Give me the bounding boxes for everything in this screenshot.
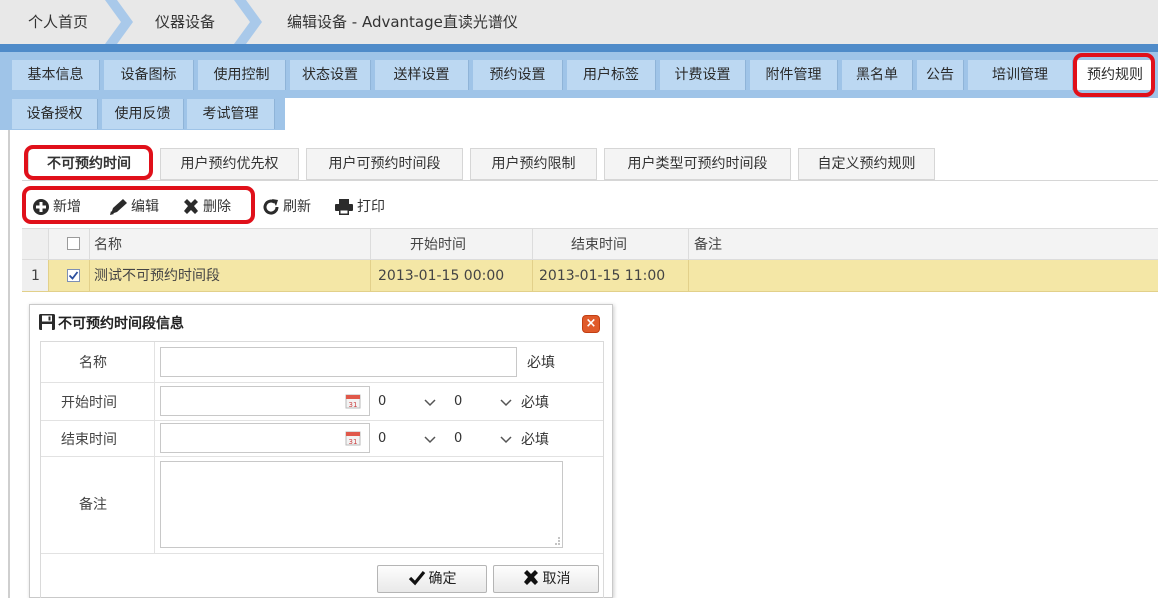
tab-11[interactable]: 公告 (917, 60, 964, 90)
refresh-icon (263, 199, 279, 215)
chevron-down-icon (424, 436, 436, 444)
note-textarea[interactable] (160, 461, 563, 548)
header-stripe (0, 44, 1158, 52)
breadcrumb-current: 编辑设备 - Advantage直读光谱仪 (287, 13, 518, 31)
grid-header: 名称 开始时间 结束时间 备注 (22, 228, 1158, 260)
start-date-input[interactable] (160, 386, 370, 416)
name-input[interactable] (160, 347, 517, 377)
required-hint: 必填 (521, 395, 549, 411)
column-header-name[interactable]: 名称 (94, 229, 122, 261)
end-hour-value: 0 (378, 431, 387, 446)
tab-5[interactable]: 送样设置 (375, 60, 469, 90)
calendar-icon[interactable]: 31 (345, 430, 361, 446)
row-end: 2013-01-15 11:00 (539, 268, 666, 284)
tab-row2-2[interactable]: 使用反馈 (102, 99, 184, 129)
refresh-label: 刷新 (283, 199, 311, 215)
tab-12[interactable]: 培训管理 (968, 60, 1073, 90)
required-hint: 必填 (527, 355, 555, 371)
tab-4[interactable]: 状态设置 (290, 60, 371, 90)
sub-tab-5[interactable]: 用户类型可预约时间段 (604, 148, 791, 180)
tab-10[interactable]: 黑名单 (842, 60, 913, 90)
sub-tab-4[interactable]: 用户预约限制 (470, 148, 597, 180)
tab-9[interactable]: 附件管理 (750, 60, 838, 90)
table-row[interactable]: 1 测试不可预约时间段 2013-01-15 00:00 2013-01-15 … (22, 260, 1158, 292)
required-hint: 必填 (521, 432, 549, 448)
column-header-start[interactable]: 开始时间 (410, 229, 466, 261)
tab-7[interactable]: 用户标签 (567, 60, 656, 90)
name-label: 名称 (79, 355, 107, 371)
highlight-box (22, 186, 255, 224)
sub-tab-6[interactable]: 自定义预约规则 (798, 148, 935, 180)
print-button[interactable]: 打印 (334, 196, 385, 218)
highlight-box (24, 145, 153, 180)
end-hour-select[interactable]: 0 (374, 427, 440, 453)
start-hour-value: 0 (378, 394, 387, 409)
calendar-icon[interactable]: 31 (345, 393, 361, 409)
form-table: 名称 必填 开始时间 31 0 0 必填 结束时间 31 0 0 必填 备注 确… (40, 341, 604, 598)
svg-text:31: 31 (349, 401, 358, 409)
close-button[interactable]: × (582, 315, 600, 333)
start-hour-select[interactable]: 0 (374, 390, 440, 416)
sub-tab-3[interactable]: 用户可预约时间段 (306, 148, 463, 180)
select-all-checkbox[interactable] (67, 237, 80, 250)
breadcrumb-section[interactable]: 仪器设备 (155, 0, 215, 44)
resize-handle-icon[interactable] (551, 536, 561, 546)
sub-tab-2[interactable]: 用户预约优先权 (160, 148, 299, 180)
column-header-end[interactable]: 结束时间 (571, 229, 627, 261)
dialog-window: 不可预约时间段信息 × 名称 必填 开始时间 31 0 0 必填 结束时间 31… (29, 304, 613, 598)
start-time-label: 开始时间 (61, 395, 117, 411)
column-header-note[interactable]: 备注 (694, 229, 722, 261)
chevron-right-icon (234, 0, 262, 44)
end-minute-value: 0 (454, 431, 463, 446)
start-minute-select[interactable]: 0 (450, 390, 516, 416)
tab-8[interactable]: 计费设置 (660, 60, 746, 90)
end-date-input[interactable] (160, 423, 370, 453)
start-minute-value: 0 (454, 394, 463, 409)
tab-2[interactable]: 设备图标 (104, 60, 194, 90)
chevron-down-icon (500, 399, 512, 407)
row-checkbox[interactable] (67, 269, 80, 282)
save-icon (39, 314, 55, 330)
refresh-button[interactable]: 刷新 (262, 196, 311, 218)
tab-1[interactable]: 基本信息 (12, 60, 100, 90)
tab-row2-3[interactable]: 考试管理 (187, 99, 275, 129)
checkmark-icon (68, 271, 79, 280)
confirm-button[interactable]: 确定 (377, 565, 487, 593)
dialog-title: 不可预约时间段信息 (38, 313, 184, 335)
printer-icon (335, 199, 353, 215)
cancel-button[interactable]: 取消 (493, 565, 599, 593)
row-index: 1 (31, 268, 40, 284)
end-time-label: 结束时间 (61, 432, 117, 448)
confirm-label: 确定 (428, 571, 457, 587)
note-label: 备注 (79, 497, 107, 513)
row-start: 2013-01-15 00:00 (378, 268, 505, 284)
breadcrumb: 个人首页 仪器设备 编辑设备 - Advantage直读光谱仪 (0, 0, 1158, 44)
chevron-down-icon (500, 436, 512, 444)
close-x-icon (523, 570, 538, 585)
sub-tab-divider (22, 180, 1158, 181)
checkmark-icon (408, 570, 425, 586)
row-name: 测试不可预约时间段 (94, 268, 220, 284)
dialog-title-text: 不可预约时间段信息 (58, 316, 184, 332)
cancel-label: 取消 (542, 571, 571, 587)
chevron-down-icon (424, 399, 436, 407)
print-label: 打印 (357, 199, 385, 215)
tab-row2-1[interactable]: 设备授权 (12, 99, 98, 129)
tab-6[interactable]: 预约设置 (473, 60, 563, 90)
tab-3[interactable]: 使用控制 (198, 60, 286, 90)
svg-text:31: 31 (349, 438, 358, 446)
end-minute-select[interactable]: 0 (450, 427, 516, 453)
app-root: 个人首页 仪器设备 编辑设备 - Advantage直读光谱仪 基本信息 设备图标… (0, 0, 1158, 598)
panel-border (8, 130, 10, 598)
highlight-box (1073, 53, 1155, 97)
breadcrumb-home[interactable]: 个人首页 (28, 0, 88, 44)
chevron-right-icon (105, 0, 133, 44)
